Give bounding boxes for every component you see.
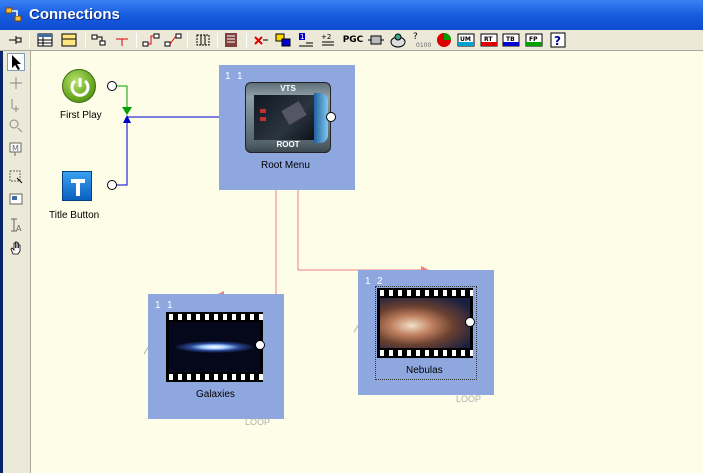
chart-icon[interactable] [435, 31, 453, 49]
root-label: ROOT [276, 140, 300, 149]
nebulas-thumbnail [377, 288, 473, 358]
nebula-image [380, 298, 470, 348]
svg-text:TB: TB [506, 36, 515, 43]
help-icon[interactable]: ? [549, 31, 567, 49]
nebulas-panel[interactable]: 1 2 Nebulas [358, 270, 494, 395]
pointer-icon[interactable] [7, 53, 25, 71]
root-menu-thumbnail: VTS ROOT [245, 82, 331, 153]
fp-icon[interactable]: FP [525, 31, 543, 49]
color-icon[interactable] [274, 31, 292, 49]
counter-text: 0100 [416, 42, 431, 49]
galaxies-number-1: 1 [155, 300, 161, 311]
um-icon[interactable]: UM [457, 31, 475, 49]
root-menu-number-2: 1 [237, 71, 243, 82]
galaxies-label: Galaxies [196, 389, 235, 400]
first-play-output-port[interactable] [107, 81, 117, 91]
delete-icon[interactable] [252, 31, 270, 49]
hand-icon[interactable] [7, 240, 25, 258]
node-connect-icon[interactable] [7, 118, 25, 136]
svg-text:M: M [12, 144, 19, 153]
number-icon[interactable]: 1 [297, 31, 315, 49]
sequence-icon[interactable] [367, 31, 385, 49]
svg-text:?: ? [554, 34, 561, 48]
svg-text:FP: FP [529, 36, 538, 43]
select-region-icon[interactable] [7, 169, 25, 187]
window-select-icon[interactable] [7, 191, 25, 209]
root-menu-label: Root Menu [261, 160, 310, 171]
grid-icon[interactable] [36, 31, 54, 49]
tb-icon[interactable]: TB [502, 31, 520, 49]
nebulas-number-1: 1 [365, 276, 371, 287]
svg-text:?: ? [413, 32, 418, 42]
root-menu-preview [254, 95, 316, 140]
renumber-icon[interactable]: +2 [319, 31, 337, 49]
t-icon [71, 179, 85, 196]
connectors-layer [116, 85, 489, 418]
left-edge [0, 51, 3, 473]
green-arrow-icon [122, 107, 132, 115]
title-button-node[interactable] [62, 171, 92, 201]
marker-icon[interactable]: M [7, 141, 25, 159]
layout-icon[interactable] [60, 31, 78, 49]
nebulas-loop-label: LOOP [456, 394, 482, 404]
first-play-node[interactable] [62, 69, 96, 103]
toolbar: 1 +2 PGC ? 0100 UM RT TB FP ? [0, 30, 703, 51]
svg-text:+2: +2 [321, 33, 331, 41]
svg-text:1: 1 [300, 33, 304, 41]
title-button-output-port[interactable] [107, 180, 117, 190]
unlink-icon[interactable] [164, 31, 182, 49]
nebulas-label: Nebulas [406, 365, 443, 376]
galaxy-image [169, 322, 260, 372]
title-button-label: Title Button [49, 210, 100, 221]
galaxies-loop-label: LOOP [245, 417, 271, 427]
vts-label: VTS [280, 84, 296, 93]
window-title: Connections [29, 6, 120, 23]
rt-icon[interactable]: RT [480, 31, 498, 49]
blue-arrow-up-icon [123, 115, 131, 123]
title-bar: Connections [0, 0, 703, 30]
crosshair-icon[interactable] [7, 75, 25, 93]
galaxies-panel[interactable]: 1 1 Galaxies [148, 294, 284, 419]
disc-icon[interactable] [389, 31, 407, 49]
root-menu-output-port[interactable] [326, 112, 336, 122]
galaxies-number-2: 1 [167, 300, 173, 311]
pgc-button[interactable]: PGC [342, 31, 364, 49]
pin-icon[interactable] [6, 31, 24, 49]
add-point-icon[interactable] [7, 96, 25, 114]
link-icon[interactable] [142, 31, 160, 49]
galaxies-thumbnail [166, 312, 263, 382]
frame-icon[interactable] [194, 31, 212, 49]
svg-text:RT: RT [484, 36, 493, 43]
svg-text:A: A [16, 224, 22, 233]
root-menu-number-1: 1 [225, 71, 231, 82]
galaxies-output-port[interactable] [255, 340, 265, 350]
power-icon [70, 78, 90, 97]
nebulas-output-port[interactable] [465, 317, 475, 327]
unknown-icon[interactable]: ? 0100 [411, 31, 433, 49]
first-play-label: First Play [60, 110, 102, 121]
disconnect-icon[interactable] [113, 31, 131, 49]
connect-icon[interactable] [90, 31, 108, 49]
stack-icon[interactable] [222, 31, 240, 49]
connections-canvas[interactable]: First Play Title Button 1 1 VTS ROOT Roo… [32, 51, 703, 473]
svg-text:UM: UM [460, 36, 471, 43]
root-menu-panel[interactable]: 1 1 VTS ROOT Root Menu [219, 65, 355, 190]
connections-window-icon [5, 7, 22, 22]
tool-palette: M A [0, 51, 31, 473]
text-tool-icon[interactable]: A [7, 217, 25, 235]
